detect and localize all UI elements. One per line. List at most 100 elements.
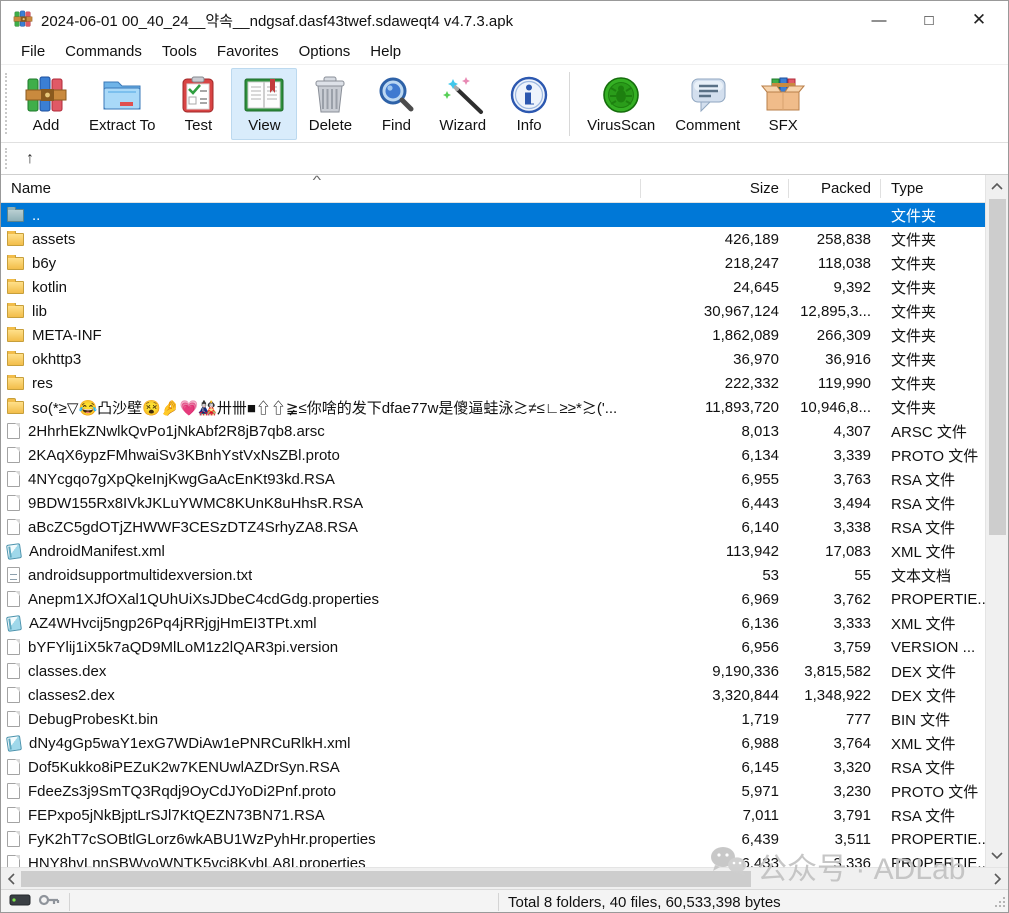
menu-options[interactable]: Options <box>289 41 361 62</box>
file-size: 24,645 <box>641 279 789 296</box>
file-name-cell: b6y <box>1 255 641 272</box>
file-icon <box>7 711 20 727</box>
table-row[interactable]: b6y218,247118,038文件夹 <box>1 251 987 275</box>
file-name-cell: lib <box>1 303 641 320</box>
file-name-cell: androidsupportmultidexversion.txt <box>1 567 641 584</box>
toolbar-button-label: Find <box>382 117 411 134</box>
table-row[interactable]: META-INF1,862,089266,309文件夹 <box>1 323 987 347</box>
table-row[interactable]: Dof5Kukko8iPEZuK2w7KENUwlAZDrSyn.RSA6,14… <box>1 755 987 779</box>
file-type: ARSC 文件 <box>881 421 987 442</box>
toolbar-add-button[interactable]: Add <box>13 68 79 140</box>
table-row[interactable]: so(*≥▽😂凸沙壁😵🤌💗🎎卅卌■⇧⇧≩≤你啥的发下dfae77w是傻逼蛙泳≳≠… <box>1 395 987 419</box>
file-icon <box>7 831 20 847</box>
file-packed-size: 36,916 <box>789 351 881 368</box>
table-row[interactable]: classes2.dex3,320,8441,348,922DEX 文件 <box>1 683 987 707</box>
table-row[interactable]: DebugProbesKt.bin1,719777BIN 文件 <box>1 707 987 731</box>
column-header-type[interactable]: Type <box>881 175 987 202</box>
table-row[interactable]: AndroidManifest.xml113,94217,083XML 文件 <box>1 539 987 563</box>
up-directory-button[interactable]: ↑ <box>15 146 45 172</box>
table-row[interactable]: aBcZC5gdOTjZHWWF3CESzDTZ4SrhyZA8.RSA6,14… <box>1 515 987 539</box>
file-name: res <box>32 375 53 392</box>
vertical-scrollbar[interactable] <box>985 175 1008 867</box>
column-header-packed[interactable]: Packed <box>789 175 881 202</box>
table-row[interactable]: bYFYlij1iX5k7aQD9MlLoM1z2lQAR3pi.version… <box>1 635 987 659</box>
scroll-down-icon[interactable] <box>986 845 1008 867</box>
toolbar-view-button[interactable]: View <box>231 68 297 140</box>
file-size: 6,136 <box>641 615 789 632</box>
file-name: 2HhrhEkZNwlkQvPo1jNkAbf2R8jB7qb8.arsc <box>28 423 325 440</box>
file-packed-size: 1,348,922 <box>789 687 881 704</box>
file-type: 文件夹 <box>881 397 987 418</box>
table-row[interactable]: 2HhrhEkZNwlkQvPo1jNkAbf2R8jB7qb8.arsc8,0… <box>1 419 987 443</box>
scroll-left-icon[interactable] <box>1 868 21 889</box>
horizontal-scroll-thumb[interactable] <box>21 871 751 887</box>
toolbar-find-button[interactable]: Find <box>363 68 429 140</box>
extract-folder-icon <box>99 73 145 117</box>
status-total-text: Total 8 folders, 40 files, 60,533,398 by… <box>508 890 781 913</box>
file-name: DebugProbesKt.bin <box>28 711 158 728</box>
menu-commands[interactable]: Commands <box>55 41 152 62</box>
maximize-button[interactable]: □ <box>904 1 954 39</box>
scroll-right-icon[interactable] <box>988 868 1008 889</box>
menu-tools[interactable]: Tools <box>152 41 207 62</box>
vertical-scroll-thumb[interactable] <box>989 199 1006 535</box>
minimize-button[interactable]: — <box>854 1 904 39</box>
table-row[interactable]: 2KAqX6ypzFMhwaiSv3KBnhYstVxNsZBl.proto6,… <box>1 443 987 467</box>
table-row[interactable]: okhttp336,97036,916文件夹 <box>1 347 987 371</box>
table-row[interactable]: ..文件夹 <box>1 203 987 227</box>
toolbar-button-label: Wizard <box>439 117 486 134</box>
table-row[interactable]: AZ4WHvcij5ngp26Pq4jRRjgjHmEI3TPt.xml 6,13… <box>1 611 987 635</box>
table-row[interactable]: classes.dex9,190,3363,815,582DEX 文件 <box>1 659 987 683</box>
toolbar-extract-to-button[interactable]: Extract To <box>79 68 165 140</box>
table-row[interactable]: assets426,189258,838文件夹 <box>1 227 987 251</box>
menu-favorites[interactable]: Favorites <box>207 41 289 62</box>
file-name: bYFYlij1iX5k7aQD9MlLoM1z2lQAR3pi.version <box>28 639 338 656</box>
file-name: AZ4WHvcij5ngp26Pq4jRRjgjHmEI3TPt.xml <box>29 615 317 632</box>
file-name: HNY8hvLnnSBWvoWNTK5vci8KvbLA8I.propertie… <box>28 855 366 868</box>
toolbar-wizard-button[interactable]: Wizard <box>429 68 496 140</box>
file-name: assets <box>32 231 75 248</box>
scroll-up-icon[interactable] <box>986 175 1008 197</box>
table-row[interactable]: 4NYcgqo7gXpQkeInjKwgGaAcEnKt93kd.RSA6,95… <box>1 467 987 491</box>
toolbar-test-button[interactable]: Test <box>165 68 231 140</box>
table-row[interactable]: lib30,967,12412,895,3...文件夹 <box>1 299 987 323</box>
toolbar-comment-button[interactable]: Comment <box>665 68 750 140</box>
file-list: ..文件夹assets426,189258,838文件夹b6y218,24711… <box>1 203 987 867</box>
table-row[interactable]: 9BDW155Rx8IVkJKLuYWMC8KUnK8uHhsR.RSA6,44… <box>1 491 987 515</box>
file-icon <box>7 591 20 607</box>
table-row[interactable]: res222,332119,990文件夹 <box>1 371 987 395</box>
toolbar-info-button[interactable]: Info <box>496 68 562 140</box>
menu-file[interactable]: File <box>11 41 55 62</box>
column-header-size[interactable]: Size <box>641 175 789 202</box>
folder-icon <box>7 329 24 342</box>
close-button[interactable]: ✕ <box>954 1 1004 39</box>
table-row[interactable]: Anepm1XJfOXal1QUhUiXsJDbeC4cdGdg.propert… <box>1 587 987 611</box>
drive-icon[interactable] <box>9 891 31 913</box>
toolbar-delete-button[interactable]: Delete <box>297 68 363 140</box>
file-size: 3,320,844 <box>641 687 789 704</box>
table-row[interactable]: HNY8hvLnnSBWvoWNTK5vci8KvbLA8I.propertie… <box>1 851 987 867</box>
table-row[interactable]: dNy4gGp5waY1exG7WDiAw1ePNRCuRlkH.xml6,98… <box>1 731 987 755</box>
horizontal-scrollbar[interactable] <box>1 867 1008 889</box>
toolbar-sfx-button[interactable]: SFX <box>750 68 816 140</box>
file-size: 1,862,089 <box>641 327 789 344</box>
file-name-cell: 4NYcgqo7gXpQkeInjKwgGaAcEnKt93kd.RSA <box>1 471 641 488</box>
menu-help[interactable]: Help <box>360 41 411 62</box>
table-row[interactable]: kotlin24,6459,392文件夹 <box>1 275 987 299</box>
file-icon <box>7 783 20 799</box>
file-packed-size: 119,990 <box>789 375 881 392</box>
key-icon[interactable] <box>37 891 61 913</box>
resize-grip[interactable] <box>994 895 1006 912</box>
table-row[interactable]: androidsupportmultidexversion.txt5355文本文… <box>1 563 987 587</box>
file-packed-size: 3,762 <box>789 591 881 608</box>
toolbar-virusscan-button[interactable]: VirusScan <box>577 68 665 140</box>
menu-bar: FileCommandsToolsFavoritesOptionsHelp <box>1 39 1008 64</box>
file-type: RSA 文件 <box>881 493 987 514</box>
column-header-name[interactable]: Name ^ <box>1 175 641 202</box>
table-row[interactable]: FyK2hT7cSOBtlGLorz6wkABU1WzPyhHr.propert… <box>1 827 987 851</box>
file-icon <box>7 663 20 679</box>
folder-icon <box>7 353 24 366</box>
file-icon <box>7 447 20 463</box>
table-row[interactable]: FdeeZs3j9SmTQ3Rqdj9OyCdJYoDi2Pnf.proto5,… <box>1 779 987 803</box>
table-row[interactable]: FEPxpo5jNkBjptLrSJl7KtQEZN73BN71.RSA7,01… <box>1 803 987 827</box>
